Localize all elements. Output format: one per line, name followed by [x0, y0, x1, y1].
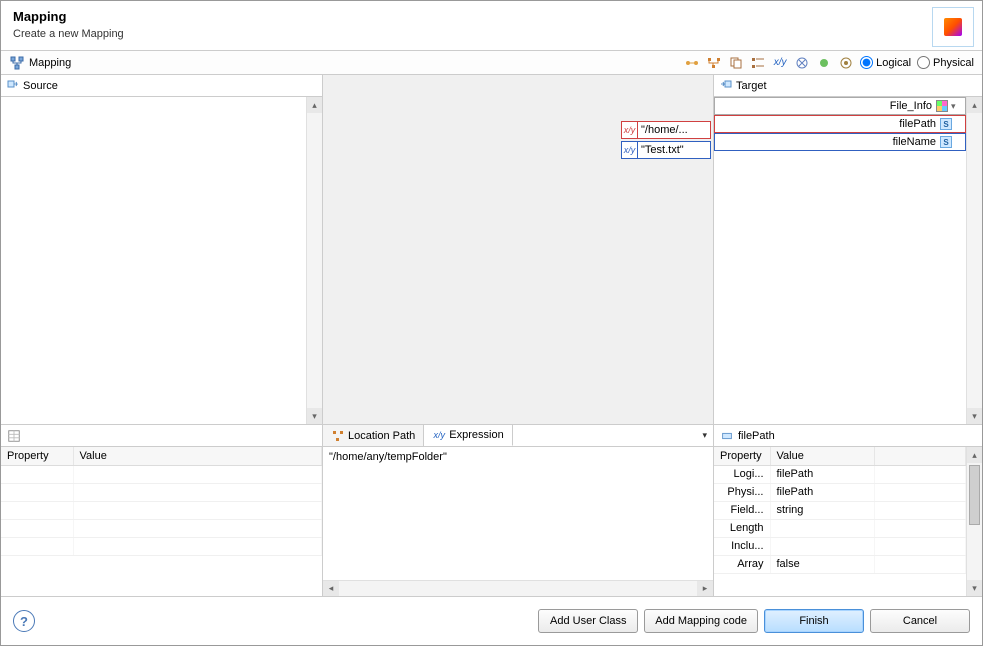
- finish-button[interactable]: Finish: [764, 609, 864, 633]
- wizard-header: Mapping Create a new Mapping: [1, 1, 982, 51]
- expression-menu-dropdown-icon[interactable]: ▾: [702, 430, 707, 441]
- wizard-banner-icon: [932, 7, 974, 47]
- scroll-up-icon[interactable]: ▴: [967, 97, 982, 113]
- source-panel-header: Source: [1, 75, 322, 97]
- tree-icon: [331, 429, 345, 443]
- table-row: Arrayfalse: [714, 555, 966, 573]
- page-title: Mapping: [13, 9, 970, 24]
- collapse-icon[interactable]: ▾: [951, 101, 961, 112]
- target-field-label: filePath: [895, 118, 940, 130]
- expression-node-2-label: "Test.txt": [638, 144, 687, 156]
- scroll-left-icon[interactable]: ◂: [323, 581, 339, 596]
- toolbar-action-circle-x-icon[interactable]: [794, 55, 810, 71]
- target-field-label: fileName: [889, 136, 940, 148]
- table-row: [1, 465, 322, 483]
- scroll-down-icon[interactable]: ▾: [967, 580, 982, 596]
- target-panel-body[interactable]: File_Info ▾ filePath S fileName S: [714, 97, 982, 424]
- mapping-canvas[interactable]: x/y "/home/... x/y "Test.txt": [323, 75, 713, 424]
- col-value[interactable]: Value: [770, 447, 874, 465]
- wizard-footer: ? Add User Class Add Mapping code Finish…: [1, 597, 982, 645]
- field-icon: [719, 428, 735, 444]
- expression-editor[interactable]: "/home/any/tempFolder" ◂ ▸: [323, 447, 713, 596]
- expression-node-1-label: "/home/...: [638, 124, 691, 136]
- toolbar-action-copy-icon[interactable]: [728, 55, 744, 71]
- source-panel-body[interactable]: ▴ ▾: [1, 97, 322, 424]
- table-row: Physi...filePath: [714, 483, 966, 501]
- expression-horizontal-scrollbar[interactable]: ◂ ▸: [323, 580, 713, 596]
- group-icon: [936, 100, 948, 112]
- mapping-toolbar: Mapping x/y Logical Physical: [1, 51, 982, 75]
- table-row: Logi...filePath: [714, 465, 966, 483]
- mapping-split-area: Source ▴ ▾ x/y "/home/... x/y: [1, 75, 982, 425]
- scroll-down-icon[interactable]: ▾: [307, 408, 322, 424]
- table-row: [1, 501, 322, 519]
- right-panel-title: filePath: [738, 430, 775, 442]
- table-row: Length: [714, 519, 966, 537]
- xy-icon: x/y: [622, 122, 638, 138]
- target-column: Target File_Info ▾ filePath S: [714, 75, 982, 424]
- table-row: Field...string: [714, 501, 966, 519]
- tab-expression[interactable]: x/y Expression: [424, 425, 512, 446]
- cancel-button[interactable]: Cancel: [870, 609, 970, 633]
- right-properties-panel: filePath Property Value Logi...filePath …: [714, 425, 982, 596]
- right-properties-table[interactable]: Property Value Logi...filePath Physi...f…: [714, 447, 966, 574]
- view-logical-radio[interactable]: Logical: [860, 56, 911, 69]
- toolbar-action-list-icon[interactable]: [750, 55, 766, 71]
- xy-icon: x/y: [432, 428, 446, 442]
- col-extra[interactable]: [874, 447, 966, 465]
- toolbar-action-green-dot-icon[interactable]: [816, 55, 832, 71]
- col-property[interactable]: Property: [714, 447, 770, 465]
- scroll-thumb[interactable]: [969, 465, 980, 525]
- mapping-tree-icon: [9, 55, 25, 71]
- expression-text[interactable]: "/home/any/tempFolder": [323, 447, 713, 467]
- page-subtitle: Create a new Mapping: [13, 28, 970, 40]
- table-row: Inclu...: [714, 537, 966, 555]
- target-vertical-scrollbar[interactable]: ▴ ▾: [966, 97, 982, 424]
- tab-location-path[interactable]: Location Path: [323, 425, 424, 446]
- scroll-right-icon[interactable]: ▸: [697, 581, 713, 596]
- right-vertical-scrollbar[interactable]: ▴ ▾: [966, 447, 982, 596]
- table-row: [1, 519, 322, 537]
- scroll-up-icon[interactable]: ▴: [967, 447, 982, 463]
- target-field-filepath-row[interactable]: filePath S: [714, 115, 966, 133]
- source-arrow-icon: [7, 78, 19, 93]
- mapping-toolbar-label: Mapping: [29, 57, 71, 69]
- source-panel-title: Source: [23, 80, 58, 92]
- add-mapping-code-button[interactable]: Add Mapping code: [644, 609, 758, 633]
- table-row: [1, 537, 322, 555]
- expression-node-2[interactable]: x/y "Test.txt": [621, 141, 711, 159]
- target-arrow-icon: [720, 78, 732, 93]
- toolbar-action-flow-icon[interactable]: [684, 55, 700, 71]
- mapping-wizard-window: Mapping Create a new Mapping Mapping x/y…: [0, 0, 983, 646]
- target-panel-title: Target: [736, 80, 767, 92]
- source-column: Source ▴ ▾: [1, 75, 323, 424]
- bottom-panels: Property Value: [1, 425, 982, 597]
- target-root-label: File_Info: [886, 100, 936, 112]
- view-physical-radio[interactable]: Physical: [917, 56, 974, 69]
- mapping-canvas-column: x/y "/home/... x/y "Test.txt": [323, 75, 714, 424]
- add-user-class-button[interactable]: Add User Class: [538, 609, 638, 633]
- target-panel-header: Target: [714, 75, 982, 97]
- mapping-icon: [944, 18, 962, 36]
- toolbar-action-tree-icon[interactable]: [706, 55, 722, 71]
- source-vertical-scrollbar[interactable]: ▴ ▾: [306, 97, 322, 424]
- properties-icon: [6, 428, 22, 444]
- table-row: [1, 483, 322, 501]
- help-icon[interactable]: ?: [13, 610, 35, 632]
- toolbar-action-xy-icon[interactable]: x/y: [772, 55, 788, 71]
- col-property[interactable]: Property: [1, 447, 73, 465]
- left-properties-table[interactable]: Property Value: [1, 447, 322, 556]
- target-root-row[interactable]: File_Info ▾: [714, 97, 966, 115]
- left-properties-panel: Property Value: [1, 425, 323, 596]
- string-type-icon: S: [940, 136, 952, 148]
- expression-panel: Location Path x/y Expression ▾ "/home/an…: [323, 425, 714, 596]
- string-type-icon: S: [940, 118, 952, 130]
- toolbar-action-target-icon[interactable]: [838, 55, 854, 71]
- xy-icon: x/y: [622, 142, 638, 158]
- expression-node-1[interactable]: x/y "/home/...: [621, 121, 711, 139]
- target-field-filename-row[interactable]: fileName S: [714, 133, 966, 151]
- col-value[interactable]: Value: [73, 447, 322, 465]
- scroll-up-icon[interactable]: ▴: [307, 97, 322, 113]
- scroll-down-icon[interactable]: ▾: [967, 408, 982, 424]
